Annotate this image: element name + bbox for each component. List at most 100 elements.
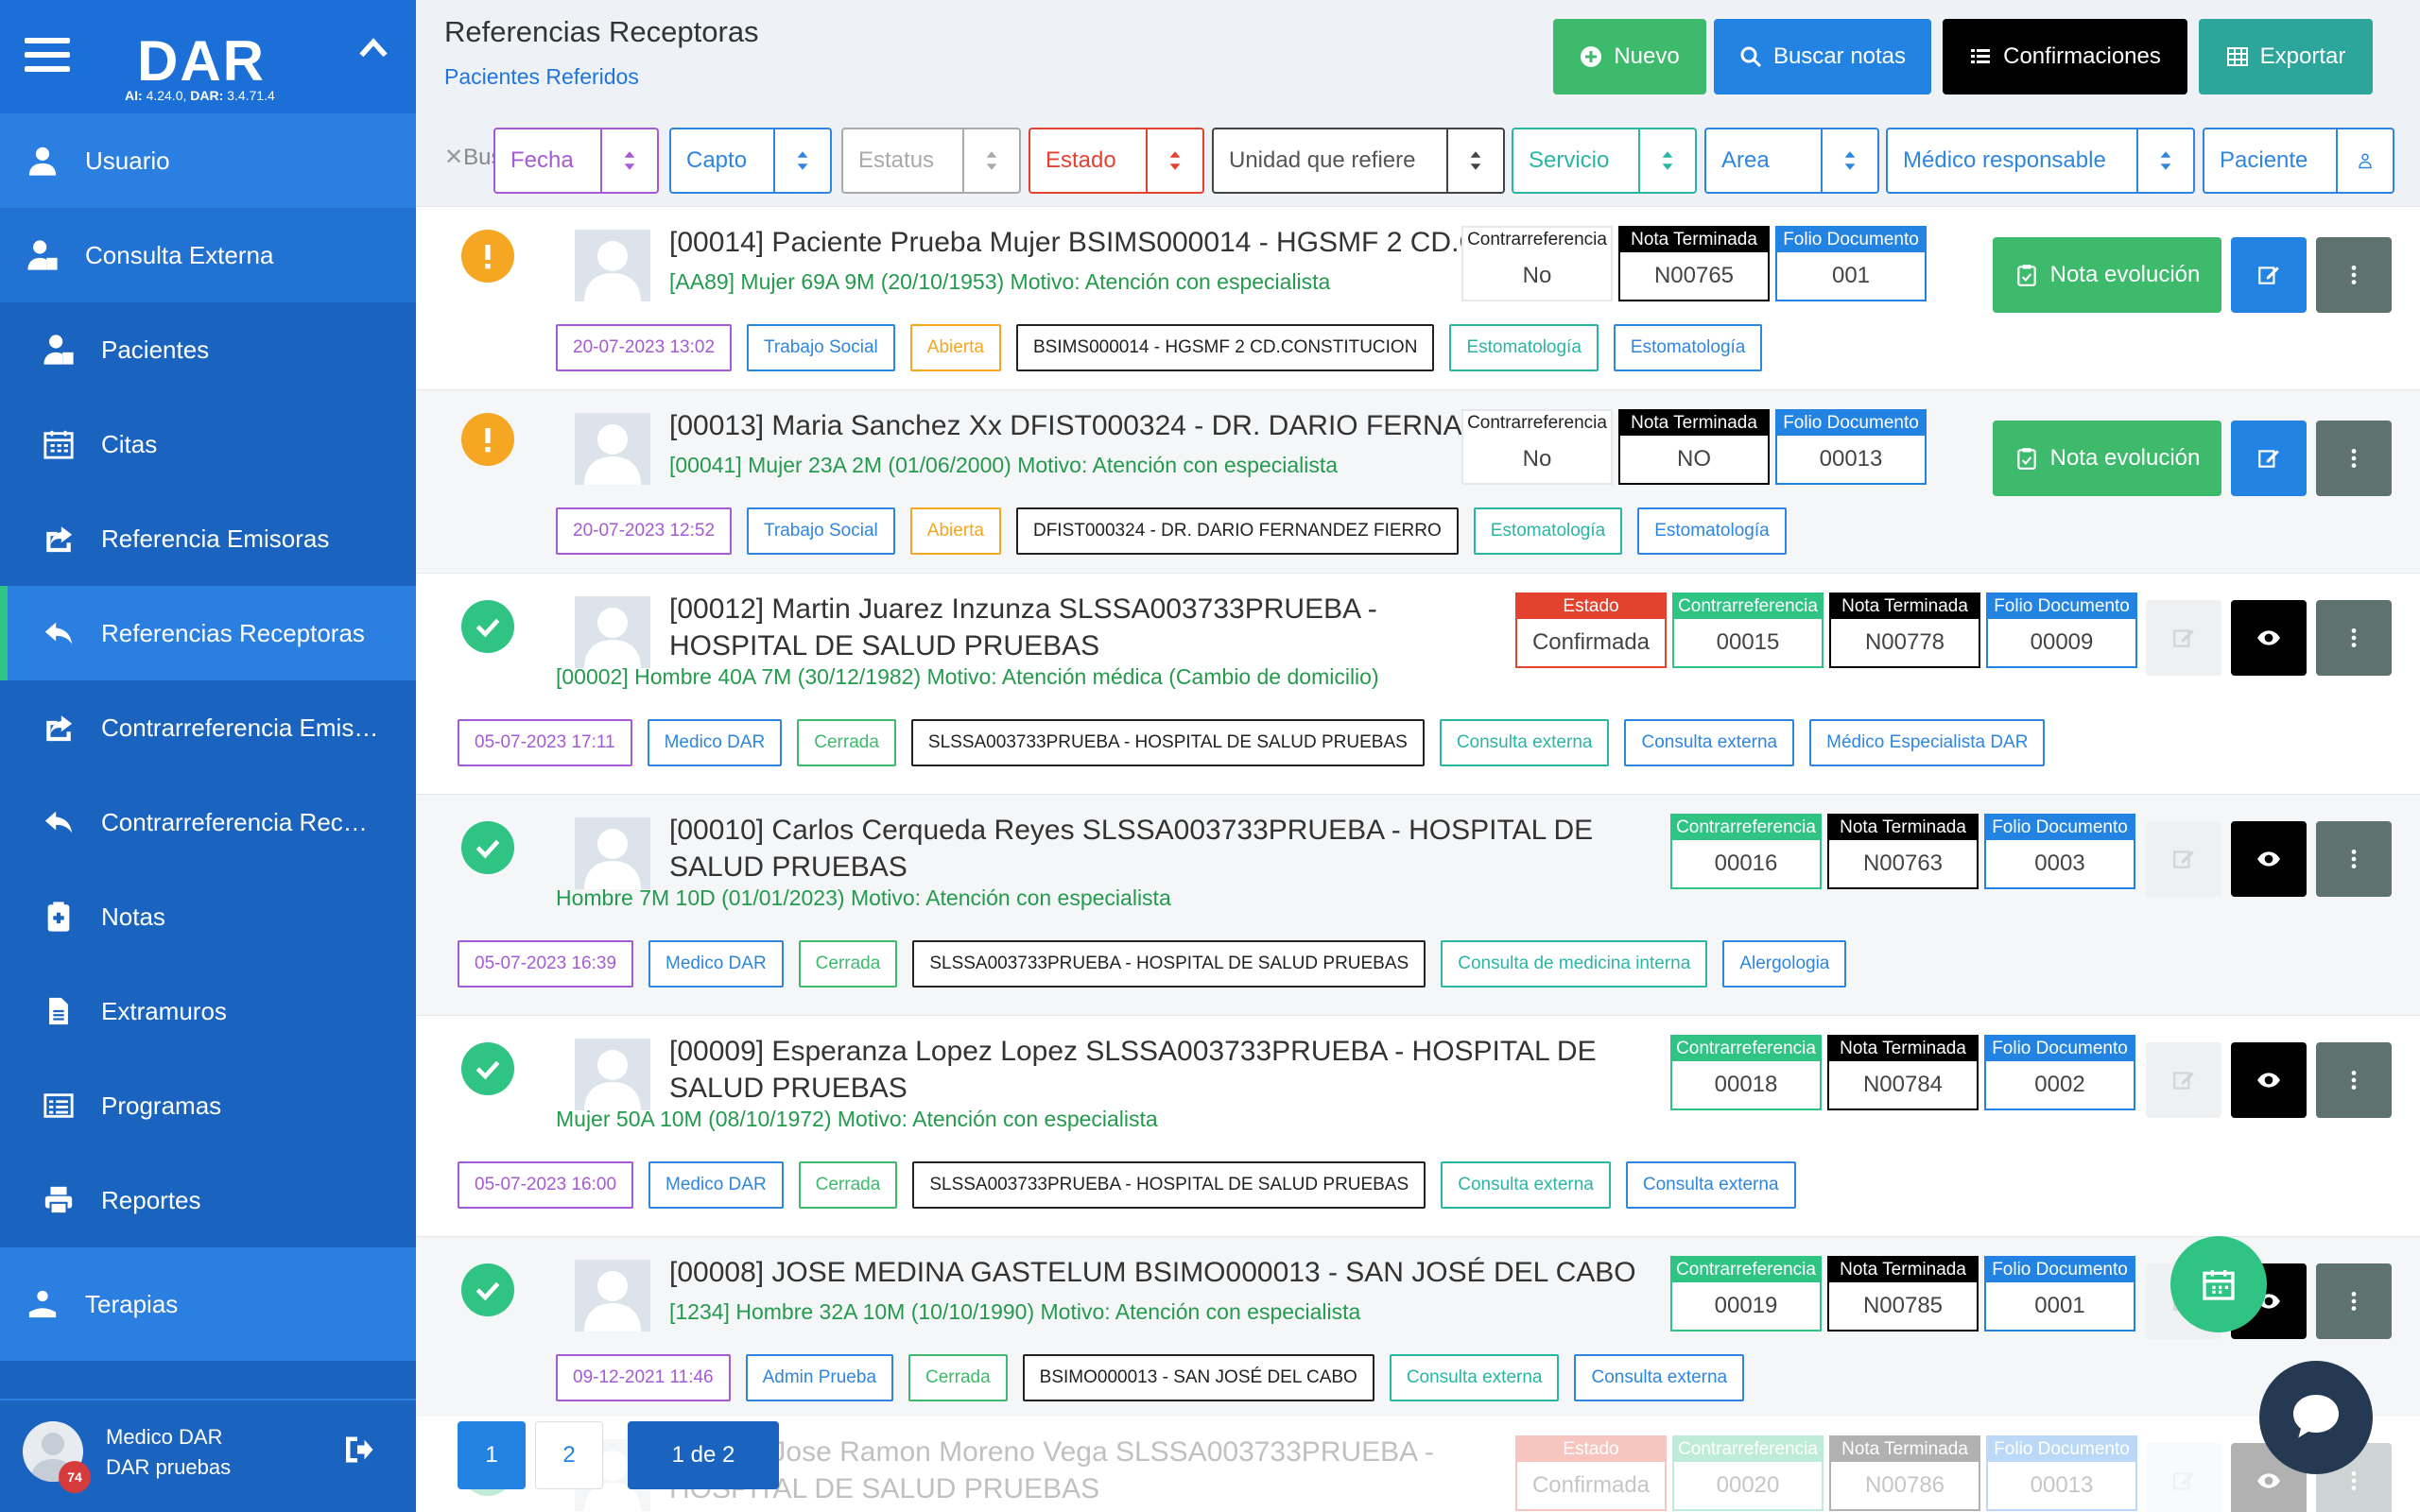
sidebar-item-label: Programas [101, 1091, 222, 1120]
clipboard-icon [2016, 448, 2036, 470]
edit-button[interactable] [2146, 1042, 2221, 1118]
logout-icon[interactable] [340, 1433, 374, 1467]
brand-bar: DAR AI: 4.24.0, DAR: 3.4.71.4 [0, 0, 416, 113]
tag: Consulta externa [1389, 1354, 1560, 1401]
view-button[interactable] [2231, 600, 2307, 676]
page-1-button[interactable]: 1 [458, 1421, 526, 1489]
user-org: DAR pruebas [106, 1455, 232, 1479]
filter-estatus[interactable]: Estatus [841, 128, 1021, 194]
filter-estado[interactable]: Estado [1028, 128, 1204, 194]
calendar-fab[interactable] [2170, 1236, 2267, 1332]
app-version: AI: 4.24.0, DAR: 3.4.71.4 [125, 88, 275, 103]
edit-icon [2173, 1072, 2194, 1090]
filter-area[interactable]: Area [1704, 128, 1879, 194]
nota-evolucion-button[interactable]: Nota evolución [1993, 237, 2221, 313]
avatar [575, 230, 650, 301]
patient-title[interactable]: [00009] Esperanza Lopez Lopez SLSSA00373… [669, 1033, 1668, 1107]
check-icon [475, 618, 500, 638]
sidebar-item-extramuros[interactable]: Extramuros [0, 964, 416, 1058]
tag: SLSSA003733PRUEBA - HOSPITAL DE SALUD PR… [910, 719, 1425, 766]
sidebar-item-notas[interactable]: Notas [0, 869, 416, 964]
sidebar-item-citas[interactable]: Citas [0, 397, 416, 491]
user-panel: 74 Medico DAR DAR pruebas [0, 1399, 416, 1512]
list-icon [1971, 49, 1991, 63]
view-button[interactable] [2231, 1042, 2307, 1118]
filter-servicio[interactable]: Servicio [1512, 128, 1697, 194]
page-2-button[interactable]: 2 [535, 1421, 603, 1489]
more-options-button[interactable] [2316, 1042, 2392, 1118]
nota-evolucion-button[interactable]: Nota evolución [1993, 421, 2221, 496]
menu-icon[interactable] [25, 38, 70, 76]
folio-documento-box: Folio Documento 00013 [1775, 409, 1927, 485]
patient-title[interactable]: [00008] JOSE MEDINA GASTELUM BSIMO000013… [669, 1254, 1668, 1291]
sidebar-item-consulta-externa[interactable]: Consulta Externa [0, 38, 416, 302]
more-vertical-icon [2351, 449, 2357, 468]
tag: BSIMO000013 - SAN JOSÉ DEL CABO [1022, 1354, 1374, 1401]
chat-fab[interactable] [2259, 1361, 2373, 1474]
more-options-button[interactable] [2316, 600, 2392, 676]
sidebar-item-terapias[interactable]: Terapias [0, 1247, 416, 1361]
list-item[interactable]: [00009] Esperanza Lopez Lopez SLSSA00373… [416, 1015, 2420, 1236]
sidebar-item-usuario[interactable]: Usuario [0, 113, 416, 208]
list-item[interactable]: [00008] JOSE MEDINA GASTELUM BSIMO000013… [416, 1236, 2420, 1416]
sidebar-item-referencias-receptoras[interactable]: Referencias Receptoras [0, 586, 416, 680]
buscar-notas-button[interactable]: Buscar notas [1714, 19, 1931, 94]
more-options-button[interactable] [2316, 237, 2392, 313]
filter-fecha[interactable]: Fecha [493, 128, 659, 194]
list-item[interactable]: [00013] Maria Sanchez Xx DFIST000324 - D… [416, 389, 2420, 573]
row-tags: 20-07-2023 13:02 Trabajo Social Abierta BSI… [556, 324, 1763, 371]
eye-icon [2257, 1073, 2280, 1088]
sort-icon [624, 151, 635, 170]
list-item[interactable]: [00010] Carlos Cerqueda Reyes SLSSA00373… [416, 794, 2420, 1015]
patient-title[interactable]: [00014] Paciente Prueba Mujer BSIMS00001… [669, 224, 1465, 261]
tag: Abierta [909, 324, 1001, 371]
patient-title[interactable]: [00012] Martin Juarez Inzunza SLSSA00373… [669, 591, 1514, 664]
more-options-button[interactable] [2316, 821, 2392, 897]
chevron-up-icon[interactable] [357, 34, 389, 60]
patient-title[interactable]: [00013] Maria Sanchez Xx DFIST000324 - D… [669, 407, 1465, 444]
row-tags: 05-07-2023 17:11 Medico DAR Cerrada SLSSA00… [458, 719, 2046, 766]
sidebar-item-contrarreferencia-rec[interactable]: Contrarreferencia Rec… [0, 775, 416, 869]
sort-icon [2160, 151, 2171, 170]
nuevo-button[interactable]: Nuevo [1553, 19, 1706, 94]
table-icon [2226, 47, 2248, 66]
more-options-button[interactable] [2316, 1263, 2392, 1339]
sort-icon [1662, 151, 1673, 170]
edit-button[interactable] [2231, 421, 2307, 496]
filter-capto[interactable]: Capto [669, 128, 832, 194]
page-subtitle[interactable]: Pacientes Referidos [444, 64, 639, 90]
row-tags: 05-07-2023 16:00 Medico DAR Cerrada SLSSA00… [458, 1161, 1796, 1209]
list-item[interactable]: [00014] Paciente Prueba Mujer BSIMS00001… [416, 206, 2420, 389]
filter-paciente[interactable]: Paciente [2203, 128, 2394, 194]
filter-medico[interactable]: Médico responsable [1886, 128, 2195, 194]
view-button[interactable] [2231, 821, 2307, 897]
more-options-button[interactable] [2316, 421, 2392, 496]
confirmaciones-button[interactable]: Confirmaciones [1943, 19, 2187, 94]
edit-button[interactable] [2146, 600, 2221, 676]
sidebar-item-programas[interactable]: Programas [0, 1058, 416, 1153]
plus-circle-icon [1581, 46, 1602, 67]
tag: Abierta [909, 507, 1001, 555]
sidebar-item-reportes[interactable]: Reportes [0, 1153, 416, 1247]
sidebar-item-referencia-emisoras[interactable]: Referencia Emisoras [0, 491, 416, 586]
row-tags: 09-12-2021 11:46 Admin Prueba Cerrada BSIMO… [556, 1354, 1745, 1401]
edit-button[interactable] [2231, 237, 2307, 313]
clear-icon[interactable]: ✕ [444, 145, 463, 170]
edit-button[interactable] [2146, 821, 2221, 897]
sidebar-item-pacientes[interactable]: Pacientes [0, 302, 416, 397]
exportar-button[interactable]: Exportar [2199, 19, 2373, 94]
tag: Médico Especialista DAR [1809, 719, 2046, 766]
reply-icon [43, 617, 75, 649]
more-vertical-icon [2351, 266, 2357, 284]
list-item[interactable]: [00012] Martin Juarez Inzunza SLSSA00373… [416, 573, 2420, 794]
eye-icon [2257, 630, 2280, 645]
list-icon [43, 1090, 75, 1122]
tag: 05-07-2023 16:00 [458, 1161, 634, 1209]
more-vertical-icon [2351, 850, 2357, 868]
filter-unidad[interactable]: Unidad que refiere [1212, 128, 1505, 194]
patient-title[interactable]: [00010] Carlos Cerqueda Reyes SLSSA00373… [669, 812, 1668, 885]
sort-icon [1844, 151, 1856, 170]
sidebar-item-contrarreferencia-emis[interactable]: Contrarreferencia Emis… [0, 680, 416, 775]
sidebar-item-label: Contrarreferencia Rec… [101, 807, 368, 836]
tag: DFIST000324 - DR. DARIO FERNANDEZ FIERRO [1015, 507, 1459, 555]
